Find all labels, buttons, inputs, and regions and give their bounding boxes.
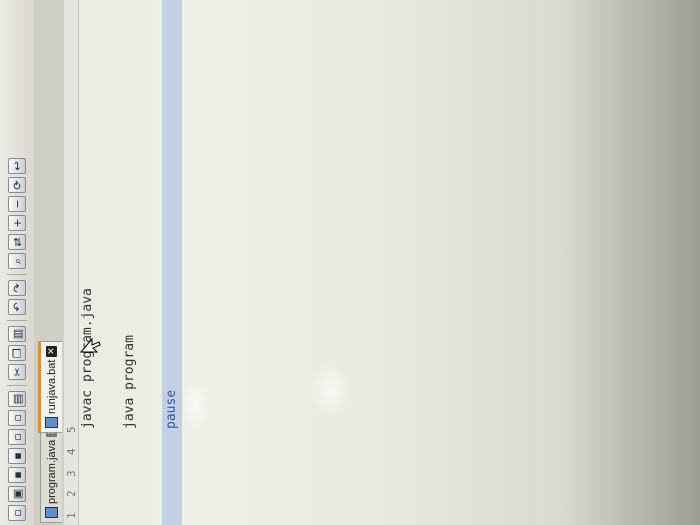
tab-bar: program.java ✕ runjava.bat ✕ [34,0,66,525]
code-line[interactable] [142,0,162,525]
toolbar: ▫ ▣ ▪ ▪ ▫ ▫ ▤ ✂ ❐ ▥ ↶ ↷ ⌕ ⇄ + − ⟳ ↩ [0,0,35,525]
open-folder-icon[interactable]: ▣ [8,486,26,502]
line-number: 2 [65,490,78,497]
close-tab-icon[interactable]: ✕ [46,345,57,357]
java-file-icon [45,507,58,518]
code-line[interactable]: pause [162,0,182,525]
cut-icon[interactable]: ✂ [8,364,26,380]
save-all-icon[interactable]: ▪ [8,448,26,464]
toolbar-separator [7,274,27,275]
copy-icon[interactable]: ❐ [8,345,26,361]
line-number: 3 [65,470,78,477]
mouse-cursor-icon [80,337,101,353]
print-icon[interactable]: ▤ [8,391,26,407]
code-text: java program [122,335,137,429]
line-number: 5 [65,426,78,433]
rotated-editor: ▫ ▣ ▪ ▪ ▫ ▫ ▤ ✂ ❐ ▥ ↶ ↷ ⌕ ⇄ + − ⟳ ↩ prog… [0,0,700,525]
new-file-icon[interactable]: ▫ [8,505,26,521]
editor-window: ▫ ▣ ▪ ▪ ▫ ▫ ▤ ✂ ❐ ▥ ↶ ↷ ⌕ ⇄ + − ⟳ ↩ prog… [0,0,700,525]
redo-icon[interactable]: ↷ [8,280,26,296]
line-number: 1 [65,512,78,519]
tab-program-java[interactable]: program.java ✕ [40,420,62,523]
close-all-icon[interactable]: ▫ [8,410,26,426]
bat-file-icon [45,417,58,428]
code-area[interactable]: javac program.java java program pause [78,0,700,525]
line-number-gutter: 1 2 3 4 5 [64,0,79,525]
tab-label: runjava.bat [45,359,58,414]
paste-icon[interactable]: ▥ [8,326,26,342]
find-icon[interactable]: ⌕ [8,253,26,269]
code-line[interactable] [98,0,118,525]
undo-icon[interactable]: ↶ [8,299,26,315]
zoom-out-icon[interactable]: − [8,196,26,212]
code-line[interactable]: java program [120,0,140,525]
toolbar-separator [7,385,27,386]
code-line[interactable]: javac program.java [78,0,98,525]
line-number: 4 [65,448,78,455]
code-text: javac program.java [80,288,95,429]
tab-label: program.java [45,439,58,504]
code-text: pause [164,389,179,429]
wrap-icon[interactable]: ↩ [8,158,26,174]
zoom-in-icon[interactable]: + [8,215,26,231]
close-icon[interactable]: ▫ [8,429,26,445]
sync-icon[interactable]: ⟳ [8,177,26,193]
replace-icon[interactable]: ⇄ [8,234,26,250]
save-icon[interactable]: ▪ [8,467,26,483]
toolbar-separator [7,320,27,321]
tab-runjava-bat[interactable]: runjava.bat ✕ [38,340,62,433]
